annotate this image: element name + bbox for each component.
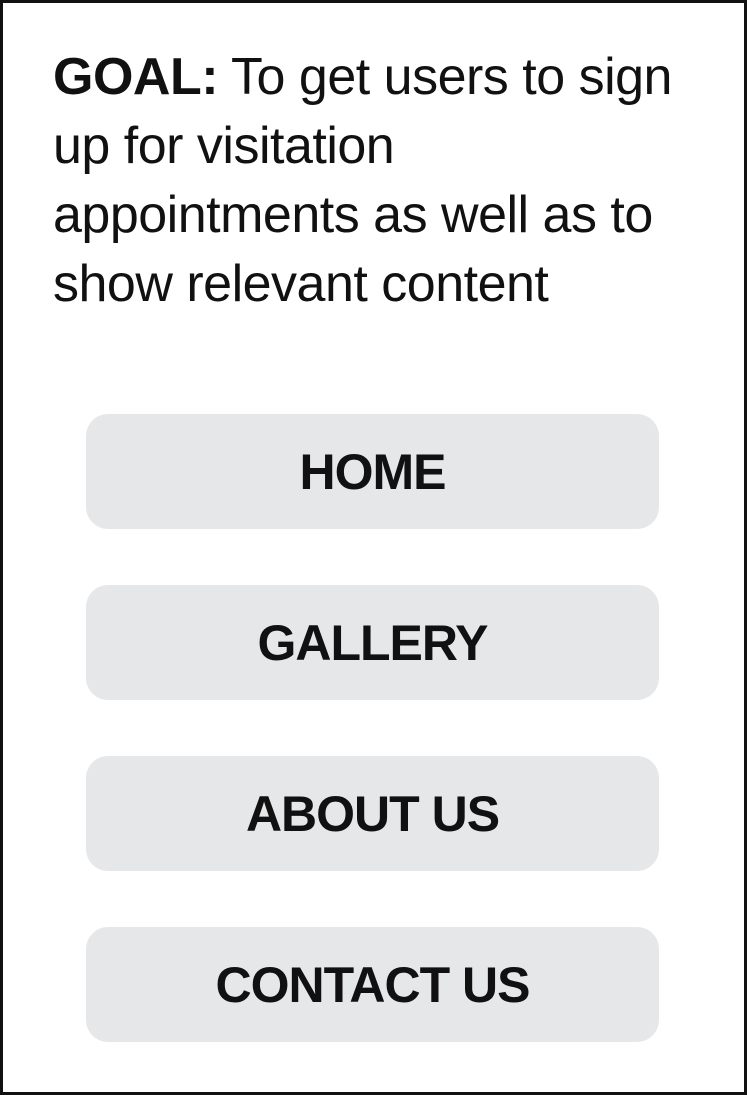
nav-home-button[interactable]: HOME <box>86 414 659 529</box>
wireframe-frame: GOAL: To get users to sign up for visita… <box>0 0 747 1095</box>
nav-about-us-button[interactable]: ABOUT US <box>86 756 659 871</box>
nav-gallery-button[interactable]: GALLERY <box>86 585 659 700</box>
main-nav: HOME GALLERY ABOUT US CONTACT US <box>86 414 659 1042</box>
goal-statement: GOAL: To get users to sign up for visita… <box>53 43 713 319</box>
nav-contact-us-button[interactable]: CONTACT US <box>86 927 659 1042</box>
goal-label: GOAL: <box>53 48 219 106</box>
